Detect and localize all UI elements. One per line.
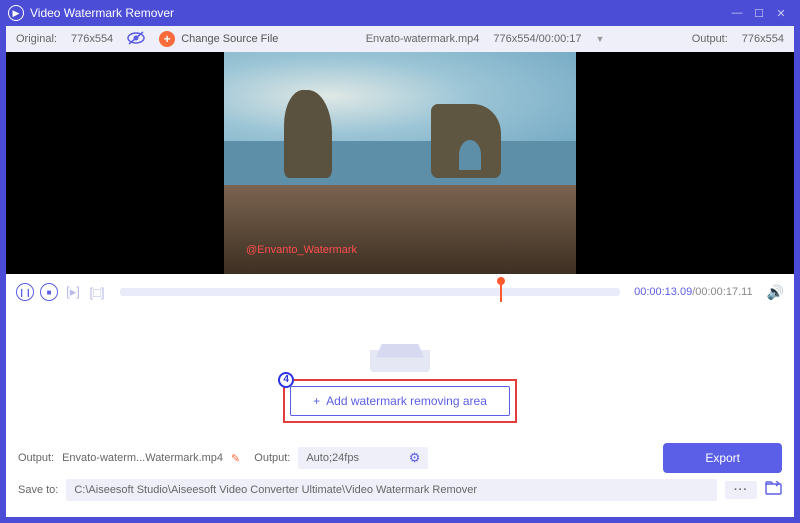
video-preview[interactable]: @Envanto_Watermark (6, 52, 794, 274)
playhead[interactable] (500, 282, 502, 302)
output-settings-field[interactable]: Auto;24fps ⚙ (298, 447, 428, 469)
plus-circle-icon: + (159, 31, 175, 47)
close-button[interactable]: ✕ (770, 7, 792, 20)
step-badge: 4 (278, 372, 294, 388)
add-watermark-area-button[interactable]: + Add watermark removing area (290, 386, 510, 416)
window-body: Original: 776x554 + Change Source File E… (0, 26, 800, 523)
source-filename: Envato-watermark.mp4 (366, 33, 480, 45)
app-title: Video Watermark Remover (30, 6, 726, 20)
gear-icon[interactable]: ⚙ (409, 450, 421, 466)
titlebar: ▶ Video Watermark Remover — ☐ ✕ (0, 0, 800, 26)
minimize-button[interactable]: — (726, 7, 748, 19)
save-path-field[interactable]: C:\Aiseesoft Studio\Aiseesoft Video Conv… (66, 479, 717, 501)
add-watermark-area-label: Add watermark removing area (326, 394, 487, 408)
watermark-overlay-text: @Envanto_Watermark (246, 244, 357, 256)
timeline-slider[interactable] (120, 288, 620, 296)
output-settings-label: Output: (254, 452, 290, 464)
original-label: Original: (16, 33, 57, 45)
edit-filename-icon[interactable]: ✎ (231, 452, 240, 465)
stop-button[interactable]: ■ (40, 283, 58, 301)
bottom-panel: Output: Envato-waterm...Watermark.mp4 ✎ … (6, 437, 794, 517)
original-dims: 776x554 (71, 33, 113, 45)
browse-path-button[interactable]: ··· (725, 481, 757, 499)
pause-button[interactable]: ❙❙ (16, 283, 34, 301)
time-duration: 00:00:17.11 (695, 286, 752, 298)
output-settings-value: Auto;24fps (306, 452, 359, 464)
output-filename: Envato-waterm...Watermark.mp4 (62, 452, 223, 464)
change-source-label: Change Source File (181, 33, 278, 45)
info-bar: Original: 776x554 + Change Source File E… (6, 26, 794, 52)
playback-controls: ❙❙ ■ [▸] [□] 00:00:13.09/00:00:17.11 🔊 (6, 274, 794, 310)
time-current: 00:00:13.09 (634, 286, 692, 298)
frame-back-button[interactable]: [□] (88, 283, 106, 301)
plus-icon: + (313, 394, 320, 408)
save-to-label: Save to: (18, 484, 58, 496)
time-display: 00:00:13.09/00:00:17.11 (634, 286, 752, 298)
drop-area: 4 + Add watermark removing area (6, 310, 794, 437)
open-folder-icon[interactable] (765, 481, 782, 499)
source-dims-time: 776x554/00:00:17 (493, 33, 581, 45)
volume-icon[interactable]: 🔊 (767, 284, 784, 301)
app-logo-icon: ▶ (8, 5, 24, 21)
maximize-button[interactable]: ☐ (748, 7, 770, 20)
inbox-tray-icon (370, 332, 430, 372)
video-frame: @Envanto_Watermark (224, 52, 576, 274)
change-source-button[interactable]: + Change Source File (159, 31, 278, 47)
output-label: Output: (692, 33, 728, 45)
output-file-label: Output: (18, 452, 54, 464)
visibility-toggle-icon[interactable] (127, 31, 145, 48)
output-dims: 776x554 (742, 33, 784, 45)
frame-forward-button[interactable]: [▸] (64, 283, 82, 301)
export-button[interactable]: Export (663, 443, 782, 473)
chevron-down-icon[interactable]: ▼ (596, 34, 605, 44)
